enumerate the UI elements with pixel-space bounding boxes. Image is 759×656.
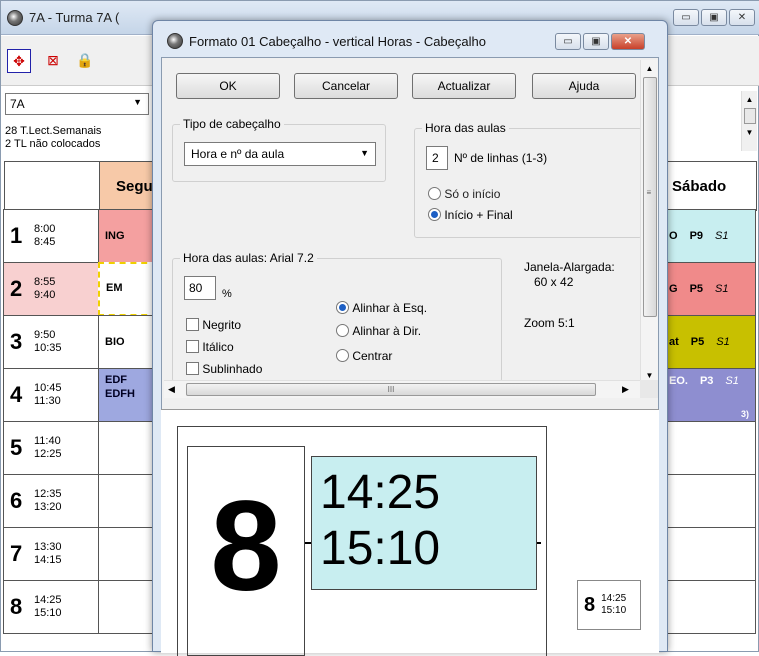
lesson-cell-empty[interactable] bbox=[98, 421, 158, 475]
app-icon bbox=[7, 10, 23, 26]
underline-checkbox[interactable]: Sublinhado bbox=[186, 361, 262, 376]
lesson-cell[interactable]: BIO bbox=[98, 315, 158, 369]
percent-sign: % bbox=[222, 288, 232, 300]
italic-checkbox[interactable]: Itálico bbox=[186, 339, 234, 354]
dialog-titlebar: Formato 01 Cabeçalho - vertical Horas - … bbox=[153, 21, 667, 57]
preview-number-box: 8 bbox=[187, 446, 305, 656]
dialog-title: Formato 01 Cabeçalho - vertical Horas - … bbox=[189, 34, 486, 49]
lesson-cell-empty[interactable] bbox=[660, 580, 756, 634]
hour-row-7: 7 13:30 14:15 bbox=[3, 527, 99, 581]
horizontal-scrollbar[interactable]: ◀ III ▶ bbox=[164, 380, 640, 398]
lesson-cell-empty[interactable] bbox=[98, 474, 158, 528]
preview-end: 15:10 bbox=[320, 522, 441, 575]
header-type-label: Tipo de cabeçalho bbox=[180, 117, 284, 131]
column-saturday: Sábado bbox=[661, 161, 757, 211]
vertical-scrollbar[interactable]: ▲ ▼ bbox=[741, 91, 757, 151]
window-title: 7A - Turma 7A ( bbox=[29, 10, 120, 25]
weekly-lessons-info: 28 T.Lect.Semanais bbox=[5, 125, 102, 137]
move-icon[interactable]: ✥ bbox=[7, 49, 31, 73]
scroll-corner bbox=[640, 380, 658, 398]
align-right-radio[interactable]: Alinhar à Dir. bbox=[336, 323, 421, 338]
hour-row-5: 5 11:40 12:25 bbox=[3, 421, 99, 475]
hour-row-2: 2 8:55 9:40 bbox=[3, 262, 99, 316]
lesson-cell-empty[interactable] bbox=[660, 527, 756, 581]
scroll-thumb[interactable]: ≡ bbox=[642, 77, 657, 317]
lines-count-input[interactable]: 2 bbox=[426, 146, 448, 170]
percent-input[interactable]: 80 bbox=[184, 276, 216, 300]
minimize-icon[interactable]: ▭ bbox=[673, 9, 699, 26]
window-size: 60 x 42 bbox=[534, 275, 574, 289]
preview-times-box: 14:25 15:10 bbox=[311, 456, 537, 590]
lesson-cell[interactable]: EO. P3 S1 3) bbox=[660, 368, 756, 422]
start-end-radio[interactable]: Início + Final bbox=[428, 207, 513, 222]
hour-row-1: 1 8:00 8:45 bbox=[3, 209, 99, 263]
ok-button[interactable]: OK bbox=[176, 73, 280, 99]
lock-icon[interactable]: 🔒 bbox=[73, 49, 97, 73]
center-radio[interactable]: Centrar bbox=[336, 348, 392, 363]
scroll-thumb[interactable]: III bbox=[186, 383, 596, 396]
format-dialog: Formato 01 Cabeçalho - vertical Horas - … bbox=[152, 20, 668, 656]
only-start-radio[interactable]: Só o início bbox=[428, 186, 500, 201]
scroll-up-icon[interactable]: ▲ bbox=[641, 64, 658, 73]
vertical-scrollbar[interactable]: ▲ ≡ ▼ bbox=[640, 60, 658, 398]
window-label: Janela-Alargada: bbox=[524, 260, 615, 274]
header-type-select[interactable]: Hora e nº da aula ▼ bbox=[184, 142, 376, 166]
unplaced-info: 2 TL não colocados bbox=[5, 138, 101, 150]
chevron-down-icon: ▼ bbox=[133, 97, 142, 107]
help-button[interactable]: Ajuda bbox=[532, 73, 636, 99]
update-button[interactable]: Actualizar bbox=[412, 73, 516, 99]
close-icon[interactable]: ✕ bbox=[729, 9, 755, 26]
preview-start: 14:25 bbox=[320, 466, 441, 519]
class-select[interactable]: 7A ▼ bbox=[5, 93, 149, 115]
lesson-cell-selected[interactable]: EM bbox=[98, 262, 158, 316]
lesson-cell[interactable]: ING bbox=[98, 209, 158, 263]
lesson-cell[interactable]: G P5 S1 bbox=[660, 262, 756, 316]
column-monday: Segu bbox=[99, 161, 159, 211]
delete-lesson-icon[interactable]: ⊠ bbox=[41, 49, 65, 73]
lesson-cell[interactable]: EDF EDFH bbox=[98, 368, 158, 422]
lesson-cell[interactable]: O P9 S1 bbox=[660, 209, 756, 263]
lesson-cell[interactable]: at P5 S1 bbox=[660, 315, 756, 369]
hour-row-4: 4 10:45 11:30 bbox=[3, 368, 99, 422]
zoom-label: Zoom 5:1 bbox=[524, 316, 575, 330]
lesson-cell-empty[interactable] bbox=[98, 580, 158, 634]
bold-checkbox[interactable]: Negrito bbox=[186, 317, 241, 332]
app-icon bbox=[167, 33, 183, 49]
grid-corner bbox=[4, 161, 100, 211]
font-group-label: Hora das aulas: Arial 7.2 bbox=[180, 251, 317, 265]
close-icon[interactable]: ✕ bbox=[611, 33, 645, 50]
align-left-radio[interactable]: Alinhar à Esq. bbox=[336, 300, 427, 315]
scroll-left-icon[interactable]: ◀ bbox=[168, 384, 175, 395]
preview-number: 8 bbox=[210, 475, 282, 618]
lesson-cell-empty[interactable] bbox=[660, 474, 756, 528]
lesson-hour-label: Hora das aulas bbox=[422, 121, 509, 135]
format-preview: 8 14:25 15:10 8 14:25 15:10 bbox=[161, 409, 659, 656]
hour-row-3: 3 9:50 10:35 bbox=[3, 315, 99, 369]
chevron-down-icon: ▼ bbox=[360, 148, 369, 158]
scroll-down-icon[interactable]: ▼ bbox=[641, 371, 658, 380]
hour-row-6: 6 12:35 13:20 bbox=[3, 474, 99, 528]
lesson-cell-empty[interactable] bbox=[660, 421, 756, 475]
scroll-right-icon[interactable]: ▶ bbox=[622, 384, 629, 395]
minimize-icon[interactable]: ▭ bbox=[555, 33, 581, 50]
lines-count-label: Nº de linhas (1-3) bbox=[454, 151, 548, 165]
lesson-cell-empty[interactable] bbox=[98, 527, 158, 581]
restore-icon[interactable]: ▣ bbox=[701, 9, 727, 26]
hour-row-8: 8 14:25 15:10 bbox=[3, 580, 99, 634]
preview-thumbnail: 8 14:25 15:10 bbox=[577, 580, 641, 630]
maximize-icon[interactable]: ▣ bbox=[583, 33, 609, 50]
cancel-button[interactable]: Cancelar bbox=[294, 73, 398, 99]
